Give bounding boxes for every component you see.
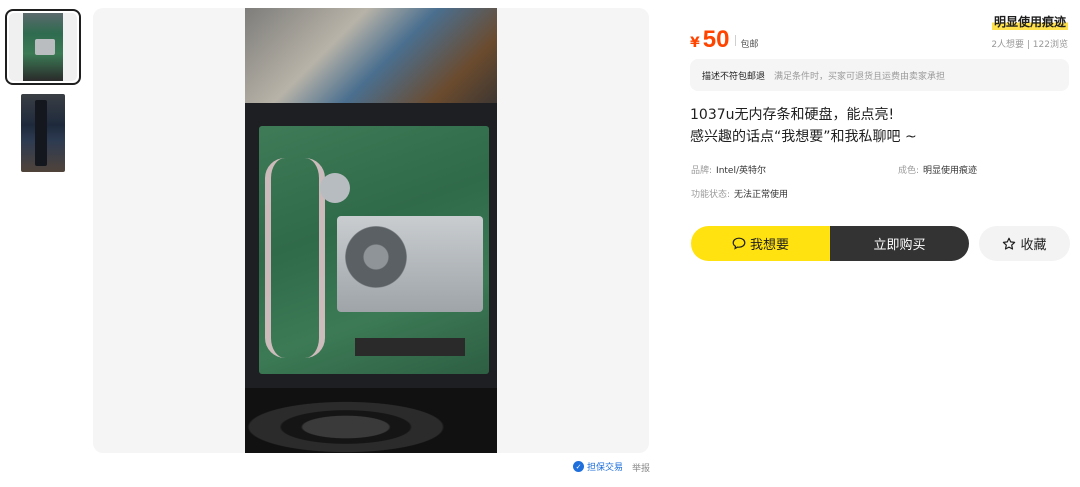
description-line-1: 1037u无内存条和硬盘，能点亮! bbox=[690, 107, 895, 123]
notice-title: 描述不符包邮退 bbox=[702, 71, 766, 82]
product-photo[interactable] bbox=[245, 8, 497, 453]
chat-bubble-icon bbox=[732, 237, 746, 250]
want-button-label: 我想要 bbox=[749, 238, 789, 253]
currency-symbol: ¥ bbox=[690, 35, 700, 51]
buy-now-label: 立即购买 bbox=[873, 238, 926, 253]
thumbnail-1[interactable] bbox=[5, 9, 81, 85]
attr-condition-label: 成色: bbox=[898, 166, 920, 176]
attr-function-label: 功能状态: bbox=[691, 190, 731, 200]
report-link[interactable]: 举报 bbox=[632, 461, 650, 474]
attr-brand: 品牌: Intel/英特尔 bbox=[691, 163, 766, 176]
stats-text: 2人想要 | 122浏览 bbox=[991, 40, 1068, 50]
product-description: 1037u无内存条和硬盘，能点亮! 感兴趣的话点“我想要”和我私聊吧 ~ bbox=[690, 104, 1070, 148]
star-icon bbox=[1002, 237, 1016, 251]
notice-detail: 满足条件时，买家可退货且运费由卖家承担 bbox=[774, 71, 946, 82]
main-image-stage bbox=[93, 8, 649, 453]
guarantee-label: 担保交易 bbox=[587, 463, 624, 473]
price-value: 50 bbox=[702, 26, 730, 53]
description-line-2: 感兴趣的话点“我想要”和我私聊吧 ~ bbox=[690, 129, 917, 145]
price-divider bbox=[735, 34, 737, 46]
shipping-label: 包邮 bbox=[740, 40, 759, 50]
shield-icon: ✓ bbox=[573, 461, 584, 472]
condition-badge: 明显使用痕迹 bbox=[991, 13, 1068, 30]
guarantee-link[interactable]: ✓ 担保交易 bbox=[573, 460, 623, 473]
favorite-button[interactable]: 收藏 bbox=[979, 226, 1070, 261]
attr-condition-value: 明显使用痕迹 bbox=[923, 166, 978, 176]
favorite-label: 收藏 bbox=[1020, 238, 1047, 253]
thumbnail-1-image bbox=[9, 13, 77, 81]
want-button[interactable]: 我想要 bbox=[691, 226, 830, 261]
attr-function: 功能状态: 无法正常使用 bbox=[691, 187, 788, 200]
buy-now-button[interactable]: 立即购买 bbox=[830, 226, 969, 261]
attr-brand-label: 品牌: bbox=[691, 166, 713, 176]
attr-condition: 成色: 明显使用痕迹 bbox=[898, 163, 977, 176]
thumbnail-2[interactable] bbox=[21, 94, 65, 172]
price-block: ¥ 50 包邮 bbox=[690, 26, 758, 54]
attr-brand-value: Intel/英特尔 bbox=[716, 166, 767, 176]
attr-function-value: 无法正常使用 bbox=[734, 190, 789, 200]
return-policy-notice[interactable]: 描述不符包邮退 满足条件时，买家可退货且运费由卖家承担 bbox=[690, 59, 1069, 91]
